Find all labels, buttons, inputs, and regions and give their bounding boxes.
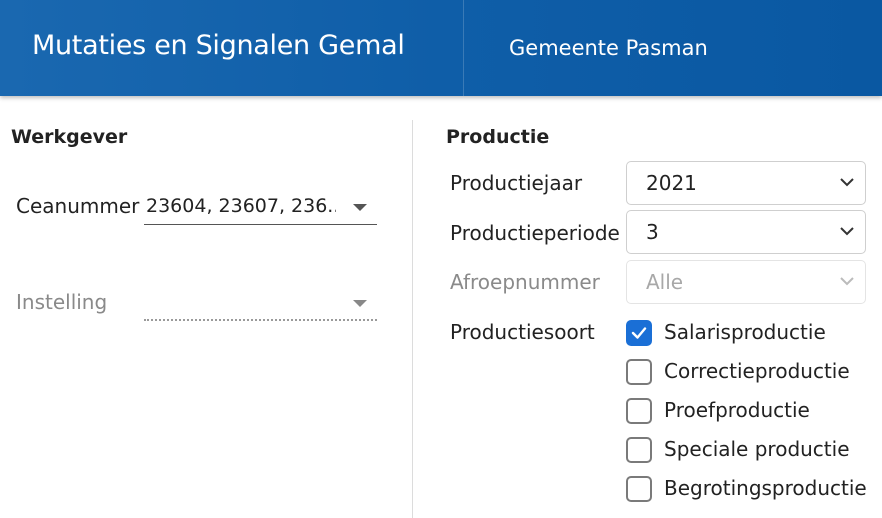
checkbox-box[interactable] <box>626 398 652 424</box>
checkbox-box[interactable] <box>626 359 652 385</box>
column-divider <box>412 120 413 518</box>
checkbox-box[interactable] <box>626 476 652 502</box>
app-title: Mutaties en Signalen Gemal <box>32 30 405 61</box>
productieperiode-value: 3 <box>646 220 659 244</box>
checkmark-icon <box>631 327 647 339</box>
werkgever-section-title: Werkgever <box>11 126 128 148</box>
afroepnummer-select[interactable]: Alle <box>626 260 866 304</box>
productiejaar-label: Productiejaar <box>450 171 583 195</box>
productieperiode-select[interactable]: 3 <box>626 210 866 254</box>
ceanummer-select[interactable]: 23604, 23607, 236... <box>144 191 377 225</box>
chevron-down-icon <box>840 277 854 286</box>
ceanummer-value: 23604, 23607, 236... <box>146 195 336 217</box>
ceanummer-label: Ceanummer <box>16 194 140 218</box>
checkbox-label: Speciale productie <box>664 437 850 461</box>
checkbox-label: Salarisproductie <box>664 320 826 344</box>
chevron-down-icon <box>840 227 854 236</box>
checkbox-label: Begrotingsproductie <box>664 476 867 500</box>
app-header: Mutaties en Signalen Gemal Gemeente Pasm… <box>0 0 882 96</box>
begrotingsproductie-checkbox[interactable]: Begrotingsproductie <box>626 474 876 504</box>
instelling-label: Instelling <box>16 290 108 314</box>
checkbox-label: Correctieproductie <box>664 359 850 383</box>
productiesoort-label: Productiesoort <box>450 320 595 344</box>
instelling-select[interactable] <box>144 287 377 321</box>
checkbox-box[interactable] <box>626 320 652 346</box>
checkbox-label: Proefproductie <box>664 398 810 422</box>
instelling-underline <box>144 319 377 321</box>
caret-down-icon <box>353 300 367 307</box>
productiejaar-select[interactable]: 2021 <box>626 161 866 205</box>
salarisproductie-checkbox[interactable]: Salarisproductie <box>626 318 866 348</box>
afroepnummer-value: Alle <box>646 270 684 294</box>
proefproductie-checkbox[interactable]: Proefproductie <box>626 396 866 426</box>
afroepnummer-label: Afroepnummer <box>450 270 600 294</box>
correctieproductie-checkbox[interactable]: Correctieproductie <box>626 357 866 387</box>
productiejaar-value: 2021 <box>646 171 697 195</box>
speciale-productie-checkbox[interactable]: Speciale productie <box>626 435 866 465</box>
chevron-down-icon <box>840 178 854 187</box>
productie-section-title: Productie <box>446 126 550 148</box>
organization-name[interactable]: Gemeente Pasman <box>509 36 708 60</box>
header-divider <box>463 0 464 96</box>
caret-down-icon <box>353 204 367 211</box>
ceanummer-underline <box>144 224 377 225</box>
checkbox-box[interactable] <box>626 437 652 463</box>
productieperiode-label: Productieperiode <box>450 221 620 245</box>
